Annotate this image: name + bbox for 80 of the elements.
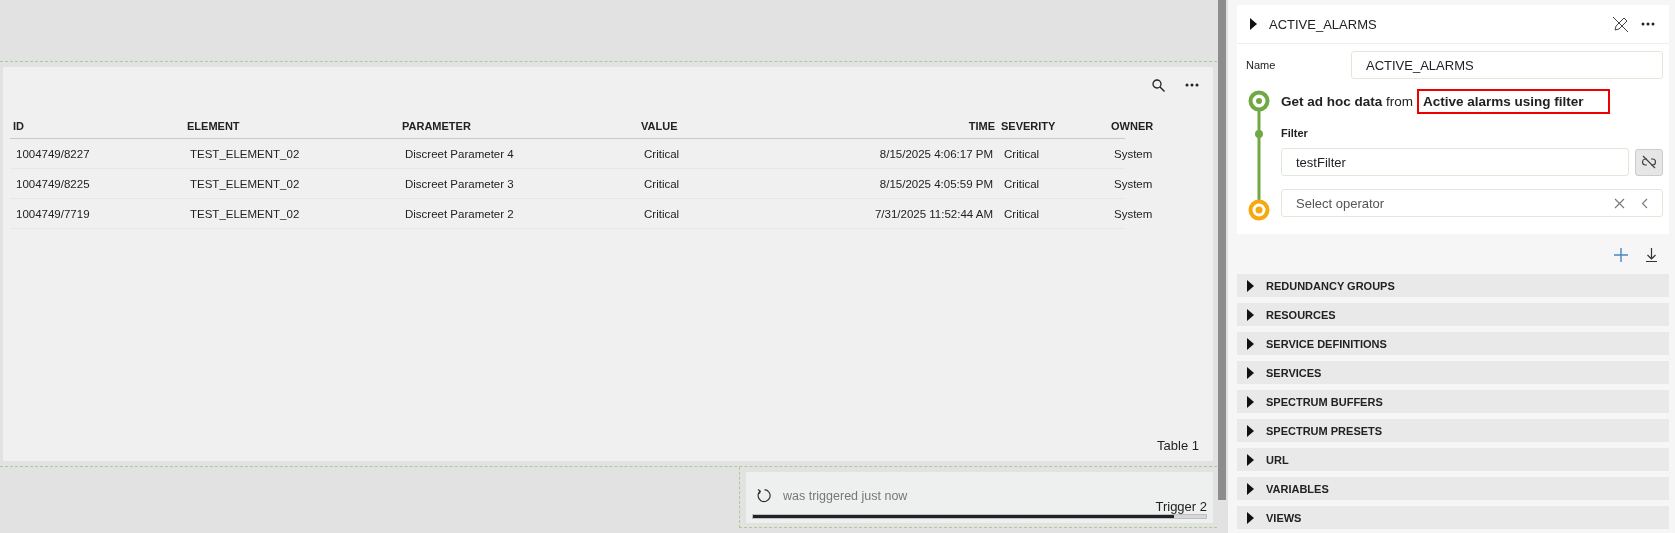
section-header[interactable]: SPECTRUM PRESETS: [1237, 419, 1669, 442]
caret-right-icon[interactable]: [1246, 308, 1254, 321]
clear-icon[interactable]: [1614, 197, 1625, 209]
pencil-off-icon[interactable]: [1612, 15, 1629, 33]
column-header[interactable]: TIME: [965, 120, 998, 132]
download-icon[interactable]: [1646, 248, 1657, 262]
section-title: RESOURCES: [1266, 308, 1336, 321]
table-cell-text: Discreet Parameter 3: [404, 177, 515, 190]
table-cell-text: Critical: [1003, 147, 1041, 160]
caret-right-icon[interactable]: [1246, 366, 1254, 379]
trigger-title: Trigger 2: [1155, 499, 1207, 514]
column-header[interactable]: SEVERITY: [998, 120, 1059, 132]
table-cell-text: 8/15/2025 4:05:59 PM: [878, 177, 994, 190]
field-label: Filter: [1281, 127, 1309, 141]
section-title: VARIABLES: [1266, 482, 1329, 495]
trigger-status: was triggered just now: [783, 488, 908, 503]
operator-select[interactable]: Select operator: [1281, 189, 1663, 217]
table-cell-text: 1004749/7719: [15, 207, 91, 220]
section-header[interactable]: SPECTRUM BUFFERS: [1237, 390, 1669, 413]
query-title: ACTIVE_ALARMS: [1269, 16, 1378, 32]
section-title: REDUNDANCY GROUPS: [1266, 279, 1395, 292]
caret-right-icon[interactable]: [1246, 337, 1254, 350]
table-cell-text: Discreet Parameter 2: [404, 207, 515, 220]
section-title: URL: [1266, 453, 1289, 466]
table-cell-text: Critical: [1003, 177, 1041, 190]
chevron-left-icon[interactable]: [1641, 197, 1648, 209]
unlink-icon: [1641, 154, 1657, 170]
data-source-link[interactable]: Active alarms using filter: [1417, 88, 1610, 114]
table-cell-text: 1004749/8225: [15, 177, 91, 190]
table-cell-text: Discreet Parameter 4: [404, 147, 515, 160]
table-cell-text: 7/31/2025 11:52:44 AM: [873, 207, 994, 220]
column-header[interactable]: ELEMENT: [184, 120, 243, 132]
refresh-icon[interactable]: [756, 488, 771, 503]
column-header[interactable]: OWNER: [1108, 120, 1157, 132]
more-icon[interactable]: [1185, 83, 1199, 87]
column-header[interactable]: ID: [10, 120, 27, 132]
unlink-button[interactable]: [1635, 148, 1663, 176]
table-cell-text: System: [1113, 147, 1154, 160]
table-cell-text: TEST_ELEMENT_02: [189, 177, 301, 190]
caret-right-icon[interactable]: [1246, 511, 1254, 524]
section-title: SPECTRUM BUFFERS: [1266, 395, 1383, 408]
scrollbar[interactable]: [1218, 0, 1226, 500]
table-cell-text: 1004749/8227: [15, 147, 91, 160]
table-cell-text: Critical: [643, 207, 681, 220]
caret-right-icon[interactable]: [1246, 482, 1254, 495]
section-title: SERVICES: [1266, 366, 1322, 379]
section-header[interactable]: RESOURCES: [1237, 303, 1669, 326]
placeholder-text: Select operator: [1296, 195, 1386, 211]
filter-field[interactable]: testFilter: [1281, 148, 1629, 176]
section-header[interactable]: REDUNDANCY GROUPS: [1237, 274, 1669, 297]
section-title: VIEWS: [1266, 511, 1302, 524]
column-header[interactable]: VALUE: [638, 120, 681, 132]
name-field[interactable]: ACTIVE_ALARMS: [1351, 51, 1663, 79]
table-cell-text: TEST_ELEMENT_02: [189, 207, 301, 220]
section-title: SERVICE DEFINITIONS: [1266, 337, 1387, 350]
table-cell-text: TEST_ELEMENT_02: [189, 147, 301, 160]
more-icon[interactable]: [1641, 22, 1655, 26]
caret-right-icon[interactable]: [1246, 453, 1254, 466]
add-icon[interactable]: [1614, 248, 1628, 262]
section-header[interactable]: SERVICES: [1237, 361, 1669, 384]
caret-right-icon[interactable]: [1249, 18, 1257, 30]
section-header[interactable]: SERVICE DEFINITIONS: [1237, 332, 1669, 355]
field-label: Name: [1245, 59, 1277, 71]
caret-right-icon[interactable]: [1246, 395, 1254, 408]
table-cell-text: Critical: [643, 147, 681, 160]
table-cell-text: Critical: [1003, 207, 1041, 220]
section-header[interactable]: VARIABLES: [1237, 477, 1669, 500]
panel-title: Table 1: [1157, 438, 1199, 453]
section-title: SPECTRUM PRESETS: [1266, 424, 1383, 437]
section-header[interactable]: URL: [1237, 448, 1669, 471]
table-cell-text: System: [1113, 177, 1154, 190]
search-icon[interactable]: [1152, 78, 1165, 92]
column-header[interactable]: PARAMETER: [399, 120, 474, 132]
section-header[interactable]: VIEWS: [1237, 506, 1669, 529]
table-cell-text: Critical: [643, 177, 681, 190]
caret-right-icon[interactable]: [1246, 279, 1254, 292]
caret-right-icon[interactable]: [1246, 424, 1254, 437]
table-cell-text: 8/15/2025 4:06:17 PM: [878, 147, 994, 160]
table-cell-text: System: [1113, 207, 1154, 220]
step-action: Get ad hoc data from: [1281, 93, 1414, 109]
